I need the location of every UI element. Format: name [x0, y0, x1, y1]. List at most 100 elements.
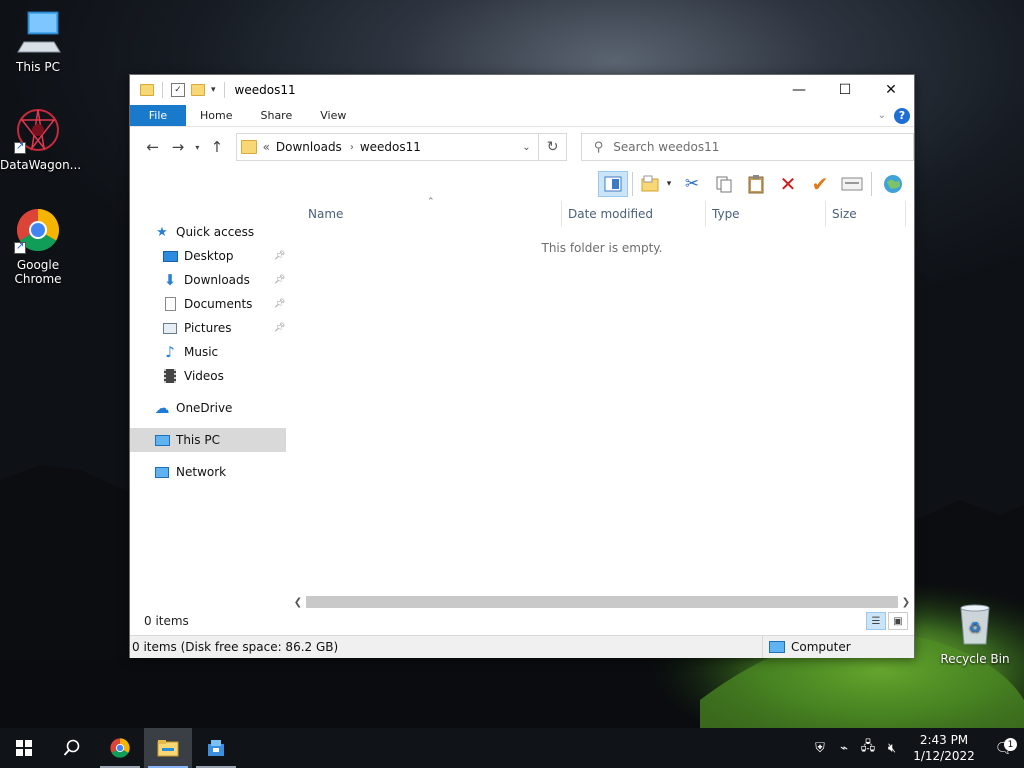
scroll-right-icon[interactable]: ❯	[898, 597, 914, 608]
customize-toolbar-dropdown-icon[interactable]: ▾	[211, 85, 216, 95]
nav-onedrive[interactable]: ☁ OneDrive	[130, 396, 290, 420]
tab-share[interactable]: Share	[246, 105, 306, 126]
datawagon-logo-icon	[14, 106, 62, 154]
details-bar: 0 items (Disk free space: 86.2 GB) Compu…	[130, 635, 914, 658]
taskbar-chrome[interactable]	[96, 728, 144, 768]
nav-network[interactable]: Network	[130, 460, 290, 484]
recent-locations-dropdown-icon[interactable]: ▾	[191, 143, 205, 152]
clock[interactable]: 2:43 PM 1/12/2022	[904, 732, 984, 764]
nav-pictures[interactable]: Pictures 📌︎	[130, 316, 290, 340]
copy-icon[interactable]	[709, 171, 739, 197]
taskbar-file-explorer[interactable]	[144, 728, 192, 768]
column-header-date-modified[interactable]: Date modified	[562, 201, 706, 227]
up-button[interactable]: ↑	[204, 138, 229, 156]
file-explorer-window[interactable]: ✓ ▾ weedos11 — ☐ ✕ File Home Share View …	[129, 74, 915, 658]
cut-icon[interactable]: ✂	[677, 171, 707, 197]
nav-label: This PC	[176, 433, 220, 447]
explorer-body: ★ Quick access Desktop 📌︎ ⬇ Downloads 📌︎…	[130, 197, 914, 609]
desktop-folder-icon	[162, 248, 178, 264]
column-headers: ⌃ Name Date modified Type Size	[290, 197, 914, 227]
column-header-size[interactable]: Size	[826, 201, 906, 227]
folder-icon	[240, 140, 257, 154]
nav-downloads[interactable]: ⬇ Downloads 📌︎	[130, 268, 290, 292]
search-button[interactable]	[48, 728, 96, 768]
close-button[interactable]: ✕	[868, 75, 914, 105]
tab-home[interactable]: Home	[186, 105, 246, 126]
desktop-icon-this-pc[interactable]: This PC	[0, 8, 76, 74]
nav-this-pc[interactable]: This PC	[130, 428, 286, 452]
network-icon[interactable]: 🖧︎	[856, 737, 880, 759]
nav-desktop[interactable]: Desktop 📌︎	[130, 244, 290, 268]
computer-icon	[14, 8, 62, 56]
new-folder-icon[interactable]	[191, 84, 205, 96]
nav-label: Documents	[184, 297, 253, 311]
nav-videos[interactable]: Videos	[130, 364, 290, 388]
security-shield-icon[interactable]: ⛨	[808, 741, 832, 756]
horizontal-scrollbar[interactable]: ❮ ❯	[290, 595, 914, 609]
column-header-type[interactable]: Type	[706, 201, 826, 227]
quick-access-toolbar: ✓ ▾	[140, 82, 227, 98]
pin-icon[interactable]: 📌︎	[274, 299, 285, 309]
back-button[interactable]: ←	[140, 138, 165, 156]
pin-icon[interactable]: 📌︎	[274, 323, 285, 333]
action-center-button[interactable]: 🗨︎ 1	[984, 738, 1024, 757]
properties-icon[interactable]: ✓	[171, 83, 185, 97]
file-list[interactable]: ⌃ Name Date modified Type Size This fold…	[290, 197, 914, 609]
nav-quick-access[interactable]: ★ Quick access	[130, 220, 290, 244]
new-item-dropdown-icon[interactable]: ▾	[663, 171, 675, 197]
properties-icon[interactable]	[837, 171, 867, 197]
chevron-right-icon[interactable]: ›	[350, 142, 354, 153]
film-icon	[162, 368, 178, 384]
taskbar-datawagon-app[interactable]	[192, 728, 240, 768]
refresh-button[interactable]: ↻	[539, 133, 567, 161]
delete-icon[interactable]: ✕	[773, 171, 803, 197]
maximize-button[interactable]: ☐	[822, 75, 868, 105]
column-header-name[interactable]: Name	[290, 201, 562, 227]
rename-check-icon[interactable]: ✔	[805, 171, 835, 197]
expand-ribbon-icon[interactable]: ⌄	[878, 110, 886, 121]
paste-icon[interactable]	[741, 171, 771, 197]
large-icons-view-button[interactable]: ▣	[888, 612, 908, 630]
address-bar[interactable]: « Downloads › weedos11 ⌄	[235, 133, 540, 161]
volume-muted-icon[interactable]: 🔇︎	[880, 741, 904, 756]
breadcrumb-weedos11[interactable]: weedos11	[360, 140, 421, 154]
minimize-button[interactable]: —	[776, 75, 822, 105]
desktop-icon-google-chrome[interactable]: Google Chrome	[0, 206, 76, 286]
address-dropdown-icon[interactable]: ⌄	[514, 142, 538, 153]
breadcrumb-downloads[interactable]: Downloads	[276, 140, 342, 154]
window-title: weedos11	[234, 83, 296, 97]
desktop-icon-recycle-bin[interactable]: ♻ Recycle Bin	[937, 600, 1013, 666]
help-icon[interactable]: ?	[894, 107, 910, 124]
details-view-button[interactable]: ☰	[866, 612, 886, 630]
globe-icon[interactable]	[878, 171, 908, 197]
title-bar[interactable]: ✓ ▾ weedos11 — ☐ ✕	[130, 75, 914, 105]
nav-documents[interactable]: Documents 📌︎	[130, 292, 290, 316]
pin-icon[interactable]: 📌︎	[274, 251, 285, 261]
desktop-icon-datawagon[interactable]: DataWagon...	[0, 106, 82, 172]
separator	[871, 172, 872, 196]
nav-label: Downloads	[184, 273, 250, 287]
preview-pane-button[interactable]	[598, 171, 628, 197]
address-overflow[interactable]: «	[263, 140, 270, 154]
location-zone: Computer	[762, 636, 914, 658]
pin-icon[interactable]: 📌︎	[274, 275, 285, 285]
nav-music[interactable]: ♪ Music	[130, 340, 290, 364]
scroll-left-icon[interactable]: ❮	[290, 597, 306, 608]
scrollbar-thumb[interactable]	[306, 596, 898, 608]
recycle-bin-icon: ♻	[951, 600, 999, 648]
chrome-icon	[110, 738, 130, 758]
start-button[interactable]	[0, 728, 48, 768]
navigation-pane[interactable]: ★ Quick access Desktop 📌︎ ⬇ Downloads 📌︎…	[130, 201, 290, 609]
nav-label: Desktop	[184, 249, 234, 263]
zone-label: Computer	[791, 640, 851, 654]
new-item-button[interactable]	[639, 171, 661, 197]
tab-view[interactable]: View	[306, 105, 360, 126]
network-disconnected-icon[interactable]: ⌁	[832, 741, 856, 756]
tab-file[interactable]: File	[130, 105, 186, 126]
search-input[interactable]: ⚲ Search weedos11	[580, 133, 914, 161]
chrome-icon	[14, 206, 62, 254]
search-placeholder: Search weedos11	[613, 140, 720, 154]
desktop-icon-label: DataWagon...	[0, 158, 82, 172]
folder-icon	[140, 84, 154, 96]
forward-button[interactable]: →	[165, 138, 190, 156]
